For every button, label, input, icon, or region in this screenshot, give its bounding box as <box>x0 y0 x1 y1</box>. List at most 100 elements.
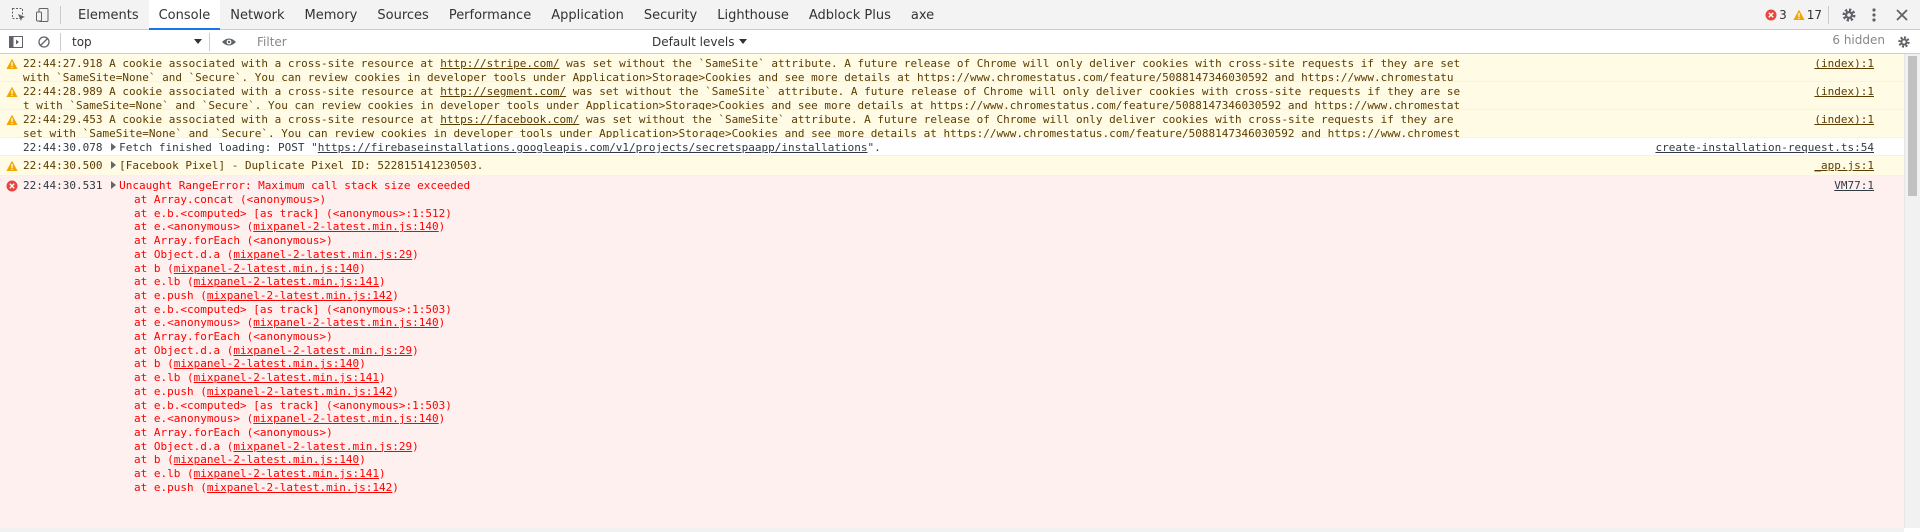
tab-console[interactable]: Console <box>148 0 221 30</box>
console-warning-message: 22:44:28.989 A cookie associated with a … <box>0 82 1904 126</box>
source-link[interactable]: (index):1 <box>1814 113 1874 127</box>
stack-frame: at e.push (mixpanel-2-latest.min.js:142) <box>134 480 399 494</box>
stack-frame: at e.<anonymous> (mixpanel-2-latest.min.… <box>134 220 446 234</box>
console-error-message: 22:44:30.531 Uncaught RangeError: Maximu… <box>0 176 1904 528</box>
stack-frame-link[interactable]: mixpanel-2-latest.min.js:142 <box>207 289 392 302</box>
stack-frame: at b (mixpanel-2-latest.min.js:140) <box>134 261 366 275</box>
console-warning-message: 22:44:30.500 [Facebook Pixel] - Duplicat… <box>0 156 1904 176</box>
log-levels-dropdown[interactable]: Default levels <box>652 32 748 51</box>
vertical-scrollbar[interactable] <box>1904 54 1920 528</box>
warning-count[interactable]: 17 <box>1793 8 1822 22</box>
expand-triangle-icon[interactable] <box>111 161 117 169</box>
message-link[interactable]: http://stripe.com/ <box>440 57 559 70</box>
console-settings-gear-icon[interactable] <box>1894 30 1914 54</box>
stack-frame-link[interactable]: mixpanel-2-latest.min.js:140 <box>174 262 359 275</box>
error-icon <box>1765 9 1777 21</box>
horizontal-scrollbar[interactable] <box>0 528 1904 532</box>
source-link[interactable]: (index):1 <box>1814 57 1874 71</box>
source-link[interactable]: create-installation-request.ts:54 <box>1655 141 1874 155</box>
toolbar-divider <box>60 33 61 51</box>
tab-elements[interactable]: Elements <box>68 0 149 30</box>
panel-tabs: Elements Console Network Memory Sources … <box>68 0 944 30</box>
hidden-messages-count: 6 hidden <box>1832 33 1885 47</box>
stack-frame: at e.<anonymous> (mixpanel-2-latest.min.… <box>134 412 446 426</box>
scrollbar-thumb[interactable] <box>1908 56 1917 196</box>
expand-triangle-icon[interactable] <box>111 181 117 189</box>
tab-security[interactable]: Security <box>634 0 707 30</box>
console-messages: 22:44:27.918 A cookie associated with a … <box>0 54 1904 528</box>
tab-memory[interactable]: Memory <box>295 0 368 30</box>
tab-adblock-plus[interactable]: Adblock Plus <box>799 0 901 30</box>
gear-icon[interactable] <box>1838 0 1860 30</box>
stack-frame: at b (mixpanel-2-latest.min.js:140) <box>134 453 366 467</box>
stack-trace: at Array.concat (<anonymous>) at e.b.<com… <box>134 193 1904 494</box>
dropdown-arrow-icon <box>194 39 202 44</box>
toolbar-divider <box>1828 6 1829 24</box>
timestamp: 22:44:30.500 <box>23 159 103 172</box>
tab-axe[interactable]: axe <box>901 0 944 30</box>
stack-frame: at Array.forEach (<anonymous>) <box>134 425 333 439</box>
stack-frame: at b (mixpanel-2-latest.min.js:140) <box>134 357 366 371</box>
stack-frame-link[interactable]: mixpanel-2-latest.min.js:141 <box>194 275 379 288</box>
warning-icon <box>6 114 18 125</box>
live-expression-eye-icon[interactable] <box>218 30 240 54</box>
stack-frame-link[interactable]: mixpanel-2-latest.min.js:29 <box>233 248 412 261</box>
stack-frame-link[interactable]: mixpanel-2-latest.min.js:141 <box>194 371 379 384</box>
stack-frame: at e.push (mixpanel-2-latest.min.js:142) <box>134 384 399 398</box>
stack-frame-link[interactable]: mixpanel-2-latest.min.js:29 <box>233 344 412 357</box>
source-link[interactable]: VM77:1 <box>1834 179 1874 193</box>
console-warning-message: 22:44:29.453 A cookie associated with a … <box>0 110 1904 154</box>
tab-network[interactable]: Network <box>220 0 294 30</box>
error-count[interactable]: 3 <box>1765 8 1787 22</box>
show-sidebar-icon[interactable] <box>6 30 26 54</box>
console-info-message: 22:44:30.078 Fetch finished loading: POS… <box>0 138 1904 156</box>
message-body: 22:44:30.078 Fetch finished loading: POS… <box>23 141 881 154</box>
more-vertical-icon[interactable] <box>1864 0 1884 30</box>
tab-lighthouse[interactable]: Lighthouse <box>707 0 799 30</box>
stack-frame: at Object.d.a (mixpanel-2-latest.min.js:… <box>134 247 419 261</box>
stack-frame: at e.lb (mixpanel-2-latest.min.js:141) <box>134 371 386 385</box>
inspect-element-icon[interactable] <box>8 0 30 30</box>
warning-icon <box>1793 9 1805 20</box>
filter-input[interactable]: Filter <box>251 32 611 51</box>
stack-frame-link[interactable]: mixpanel-2-latest.min.js:140 <box>253 316 438 329</box>
stack-frame-link[interactable]: mixpanel-2-latest.min.js:142 <box>207 481 392 494</box>
stack-frame-link[interactable]: mixpanel-2-latest.min.js:140 <box>253 412 438 425</box>
tab-performance[interactable]: Performance <box>439 0 541 30</box>
issue-counts[interactable]: 3 17 <box>1759 0 1822 30</box>
message-body: 22:44:30.500 [Facebook Pixel] - Duplicat… <box>23 159 484 172</box>
stack-frame-link[interactable]: mixpanel-2-latest.min.js:140 <box>174 357 359 370</box>
timestamp: 22:44:30.078 <box>23 141 103 154</box>
devtools-tab-bar: Elements Console Network Memory Sources … <box>0 0 1920 30</box>
device-toolbar-icon[interactable] <box>32 0 54 30</box>
message-link[interactable]: https://firebaseinstallations.googleapis… <box>318 141 868 154</box>
message-link[interactable]: https://facebook.com/ <box>440 113 579 126</box>
tab-sources[interactable]: Sources <box>367 0 438 30</box>
clear-console-icon[interactable] <box>34 30 54 54</box>
stack-frame: at Object.d.a (mixpanel-2-latest.min.js:… <box>134 343 419 357</box>
stack-frame: at e.b.<computed> [as track] (<anonymous… <box>134 206 452 220</box>
stack-frame: at Array.forEach (<anonymous>) <box>134 234 333 248</box>
close-icon[interactable] <box>1890 0 1914 30</box>
expand-triangle-icon[interactable] <box>111 143 117 151</box>
message-link[interactable]: http://segment.com/ <box>440 85 566 98</box>
stack-frame: at e.<anonymous> (mixpanel-2-latest.min.… <box>134 316 446 330</box>
stack-frame-link[interactable]: mixpanel-2-latest.min.js:140 <box>253 220 438 233</box>
stack-frame: at e.push (mixpanel-2-latest.min.js:142) <box>134 288 399 302</box>
stack-frame-link[interactable]: mixpanel-2-latest.min.js:29 <box>233 440 412 453</box>
stack-frame: at e.lb (mixpanel-2-latest.min.js:141) <box>134 275 386 289</box>
stack-frame-link[interactable]: mixpanel-2-latest.min.js:142 <box>207 385 392 398</box>
timestamp: 22:44:28.989 <box>23 85 103 98</box>
source-link[interactable]: (index):1 <box>1814 85 1874 99</box>
warning-icon <box>6 58 18 69</box>
warning-icon <box>6 160 18 171</box>
stack-frame-link[interactable]: mixpanel-2-latest.min.js:141 <box>194 467 379 480</box>
context-selector[interactable]: top <box>66 32 202 51</box>
timestamp: 22:44:30.531 <box>23 179 103 192</box>
tab-application[interactable]: Application <box>541 0 634 30</box>
message-body: 22:44:30.531 Uncaught RangeError: Maximu… <box>23 179 1464 193</box>
stack-frame-link[interactable]: mixpanel-2-latest.min.js:140 <box>174 453 359 466</box>
stack-frame: at Object.d.a (mixpanel-2-latest.min.js:… <box>134 439 419 453</box>
source-link[interactable]: _app.js:1 <box>1814 159 1874 173</box>
stack-frame: at Array.forEach (<anonymous>) <box>134 330 333 344</box>
